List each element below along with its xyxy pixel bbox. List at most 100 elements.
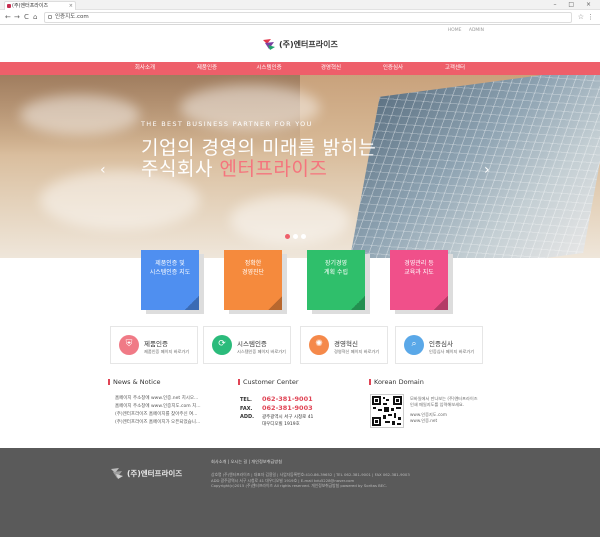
url-field[interactable]: 인증지도.com (44, 12, 572, 23)
reload-icon[interactable]: C (24, 12, 29, 22)
fax-label: FAX. (240, 406, 253, 412)
tile-line1: 경영관리 등 (404, 260, 434, 267)
tel-number: 062-381-9001 (262, 395, 313, 403)
browser-menu-icon[interactable]: ⋮ (587, 12, 594, 22)
service-name: 경영혁신 (334, 340, 358, 348)
page-info-icon[interactable] (48, 15, 52, 19)
service-name: 인증심사 (429, 340, 453, 348)
nav-item-system-cert[interactable]: 시스템인증 (238, 62, 300, 75)
tel-row: TEL. 062-381-9001 (240, 395, 313, 403)
feature-tile-certification[interactable]: 제품인증 및 시스템인증 지도 (141, 250, 199, 310)
main-navigation: 회사소개 제품인증 시스템인증 경영혁신 인증심사 고객센터 (0, 62, 600, 75)
url-text: 인증지도.com (55, 14, 89, 20)
news-list: 홈페이지 주소창에 www.인증.net 치시오... 홈페이지 주소창에 ww… (115, 395, 235, 427)
footer-info-line3: Copyright(c)2015 (주)엔터프라이즈 All rights re… (211, 483, 388, 488)
bulb-icon: ✺ (309, 335, 329, 355)
forward-icon[interactable]: → (14, 12, 20, 22)
shield-glyph: ⛨ (125, 339, 133, 349)
bulb-glyph: ✺ (315, 339, 323, 349)
address-label: ADD. (240, 414, 255, 420)
feature-tile-planning[interactable]: 장기경영 계획 수립 (307, 250, 365, 310)
footer-logo-text: (주)엔터프라이즈 (127, 468, 183, 478)
hero-company-name: 엔터프라이즈 (219, 158, 328, 180)
cycle-icon: ⟳ (212, 335, 232, 355)
nav-item-innovation[interactable]: 경영혁신 (300, 62, 362, 75)
footer-logo[interactable]: (주)엔터프라이즈 (110, 466, 182, 480)
service-box-system[interactable]: ⟳ 시스템인증 시스템인증 페이지 바로가기 (203, 326, 291, 364)
logo-text: (주)엔터프라이즈 (279, 39, 338, 49)
korean-domain-title: Korean Domain (369, 378, 424, 386)
favicon-icon (7, 4, 11, 8)
footer-links[interactable]: 회사소개 | 오시는 길 | 개인정보취급방침 (211, 459, 282, 465)
tile-line1: 장기경영 (324, 260, 348, 267)
domain-link-2[interactable]: www.인증.net (410, 418, 437, 424)
search-glyph: ⌕ (411, 339, 417, 349)
slider-next-icon[interactable]: › (484, 163, 490, 177)
address-line2: 대우디오빌 1919호 (262, 422, 300, 427)
glass-building-image (345, 75, 600, 258)
fax-number: 062-381-9003 (262, 404, 313, 412)
site-footer: (주)엔터프라이즈 회사소개 | 오시는 길 | 개인정보취급방침 상호명 (주… (0, 448, 600, 537)
tile-line2: 계획 수립 (324, 269, 348, 276)
hero-subheadline-prefix: 주식회사 (141, 158, 220, 180)
utility-links: HOME ADMIN (442, 28, 484, 33)
home-icon[interactable]: ⌂ (33, 12, 37, 22)
korean-domain-desc2: 인쇄 매일지도를 입력해보세요. (410, 402, 465, 407)
news-item[interactable]: 홈페이지 주소창에 www.인증지도.com 치... (115, 403, 235, 411)
window-controls[interactable]: – □ × (553, 0, 596, 9)
news-title: News & Notice (108, 378, 161, 386)
service-desc: 제품인증 페이지 바로가기 (144, 349, 190, 354)
qr-code-image (370, 394, 404, 428)
tab-title: (주)엔터프라이즈 (12, 3, 49, 9)
service-box-audit[interactable]: ⌕ 인증심사 인증심사 페이지 바로가기 (395, 326, 483, 364)
admin-link[interactable]: ADMIN (469, 28, 484, 33)
tile-line1: 제품인증 및 (155, 260, 185, 267)
browser-tabbar: (주)엔터프라이즈 × – □ × (0, 0, 600, 10)
service-box-innovation[interactable]: ✺ 경영혁신 경영혁신 페이지 바로가기 (300, 326, 388, 364)
browser-tab[interactable]: (주)엔터프라이즈 × (4, 1, 76, 10)
tile-line2: 교육과 지도 (404, 269, 434, 276)
shield-icon: ⛨ (119, 335, 139, 355)
slider-prev-icon[interactable]: ‹ (100, 163, 106, 177)
address-line1: 광주광역시 서구 시청로 41 (262, 415, 314, 420)
nav-item-audit[interactable]: 인증심사 (362, 62, 424, 75)
slider-dot-2[interactable] (293, 234, 298, 239)
bookmark-star-icon[interactable]: ☆ (578, 12, 584, 22)
cloud-shape (20, 95, 140, 135)
back-icon[interactable]: ← (5, 12, 11, 22)
tile-line2: 시스템인증 지도 (149, 269, 191, 276)
footer-logo-mark-icon (110, 466, 124, 480)
nav-item-company[interactable]: 회사소개 (114, 62, 176, 75)
slider-pagination (285, 234, 306, 239)
slider-dot-3[interactable] (301, 234, 306, 239)
slider-dot-1[interactable] (285, 234, 290, 239)
logo-mark-icon (262, 37, 276, 51)
service-name: 시스템인증 (237, 340, 267, 348)
news-item[interactable]: (주)엔터프라이즈 홈페이지를 찾아주신 여... (115, 411, 235, 419)
tile-line2: 경영진단 (241, 269, 265, 276)
feature-tile-education[interactable]: 경영관리 등 교육과 지도 (390, 250, 448, 310)
address-bar: ← → C ⌂ 인증지도.com ☆ ⋮ (0, 10, 600, 25)
service-desc: 경영혁신 페이지 바로가기 (334, 349, 380, 354)
site-logo[interactable]: (주)엔터프라이즈 (262, 37, 338, 51)
tel-label: TEL. (240, 397, 252, 403)
news-item[interactable]: 홈페이지 주소창에 www.인증.net 치시오... (115, 395, 235, 403)
address-row: ADD. 광주광역시 서구 시청로 41 (240, 414, 313, 420)
home-link[interactable]: HOME (448, 28, 462, 33)
fax-row: FAX. 062-381-9003 (240, 404, 313, 412)
nav-item-support[interactable]: 고객센터 (424, 62, 486, 75)
news-item[interactable]: (주)엔터프라이즈 홈페이지가 오픈되었습니... (115, 419, 235, 427)
tile-line1: 정확한 (244, 260, 262, 267)
service-name: 제품인증 (144, 340, 168, 348)
footer-company-info: 상호명 (주)엔터프라이즈 | 대표자 김용일 | 사업자등록번호:410-86… (211, 472, 461, 489)
service-desc: 시스템인증 페이지 바로가기 (237, 349, 286, 354)
hero-tagline: THE BEST BUSINESS PARTNER FOR YOU (141, 120, 313, 128)
service-box-product[interactable]: ⛨ 제품인증 제품인증 페이지 바로가기 (110, 326, 198, 364)
hero-subheadline: 주식회사 엔터프라이즈 (141, 154, 327, 181)
customer-center-title: Customer Center (238, 378, 299, 386)
service-desc: 인증심사 페이지 바로가기 (429, 349, 475, 354)
nav-item-product-cert[interactable]: 제품인증 (176, 62, 238, 75)
cycle-glyph: ⟳ (218, 339, 226, 349)
tab-close-icon[interactable]: × (69, 2, 73, 10)
feature-tile-diagnosis[interactable]: 정확한 경영진단 (224, 250, 282, 310)
